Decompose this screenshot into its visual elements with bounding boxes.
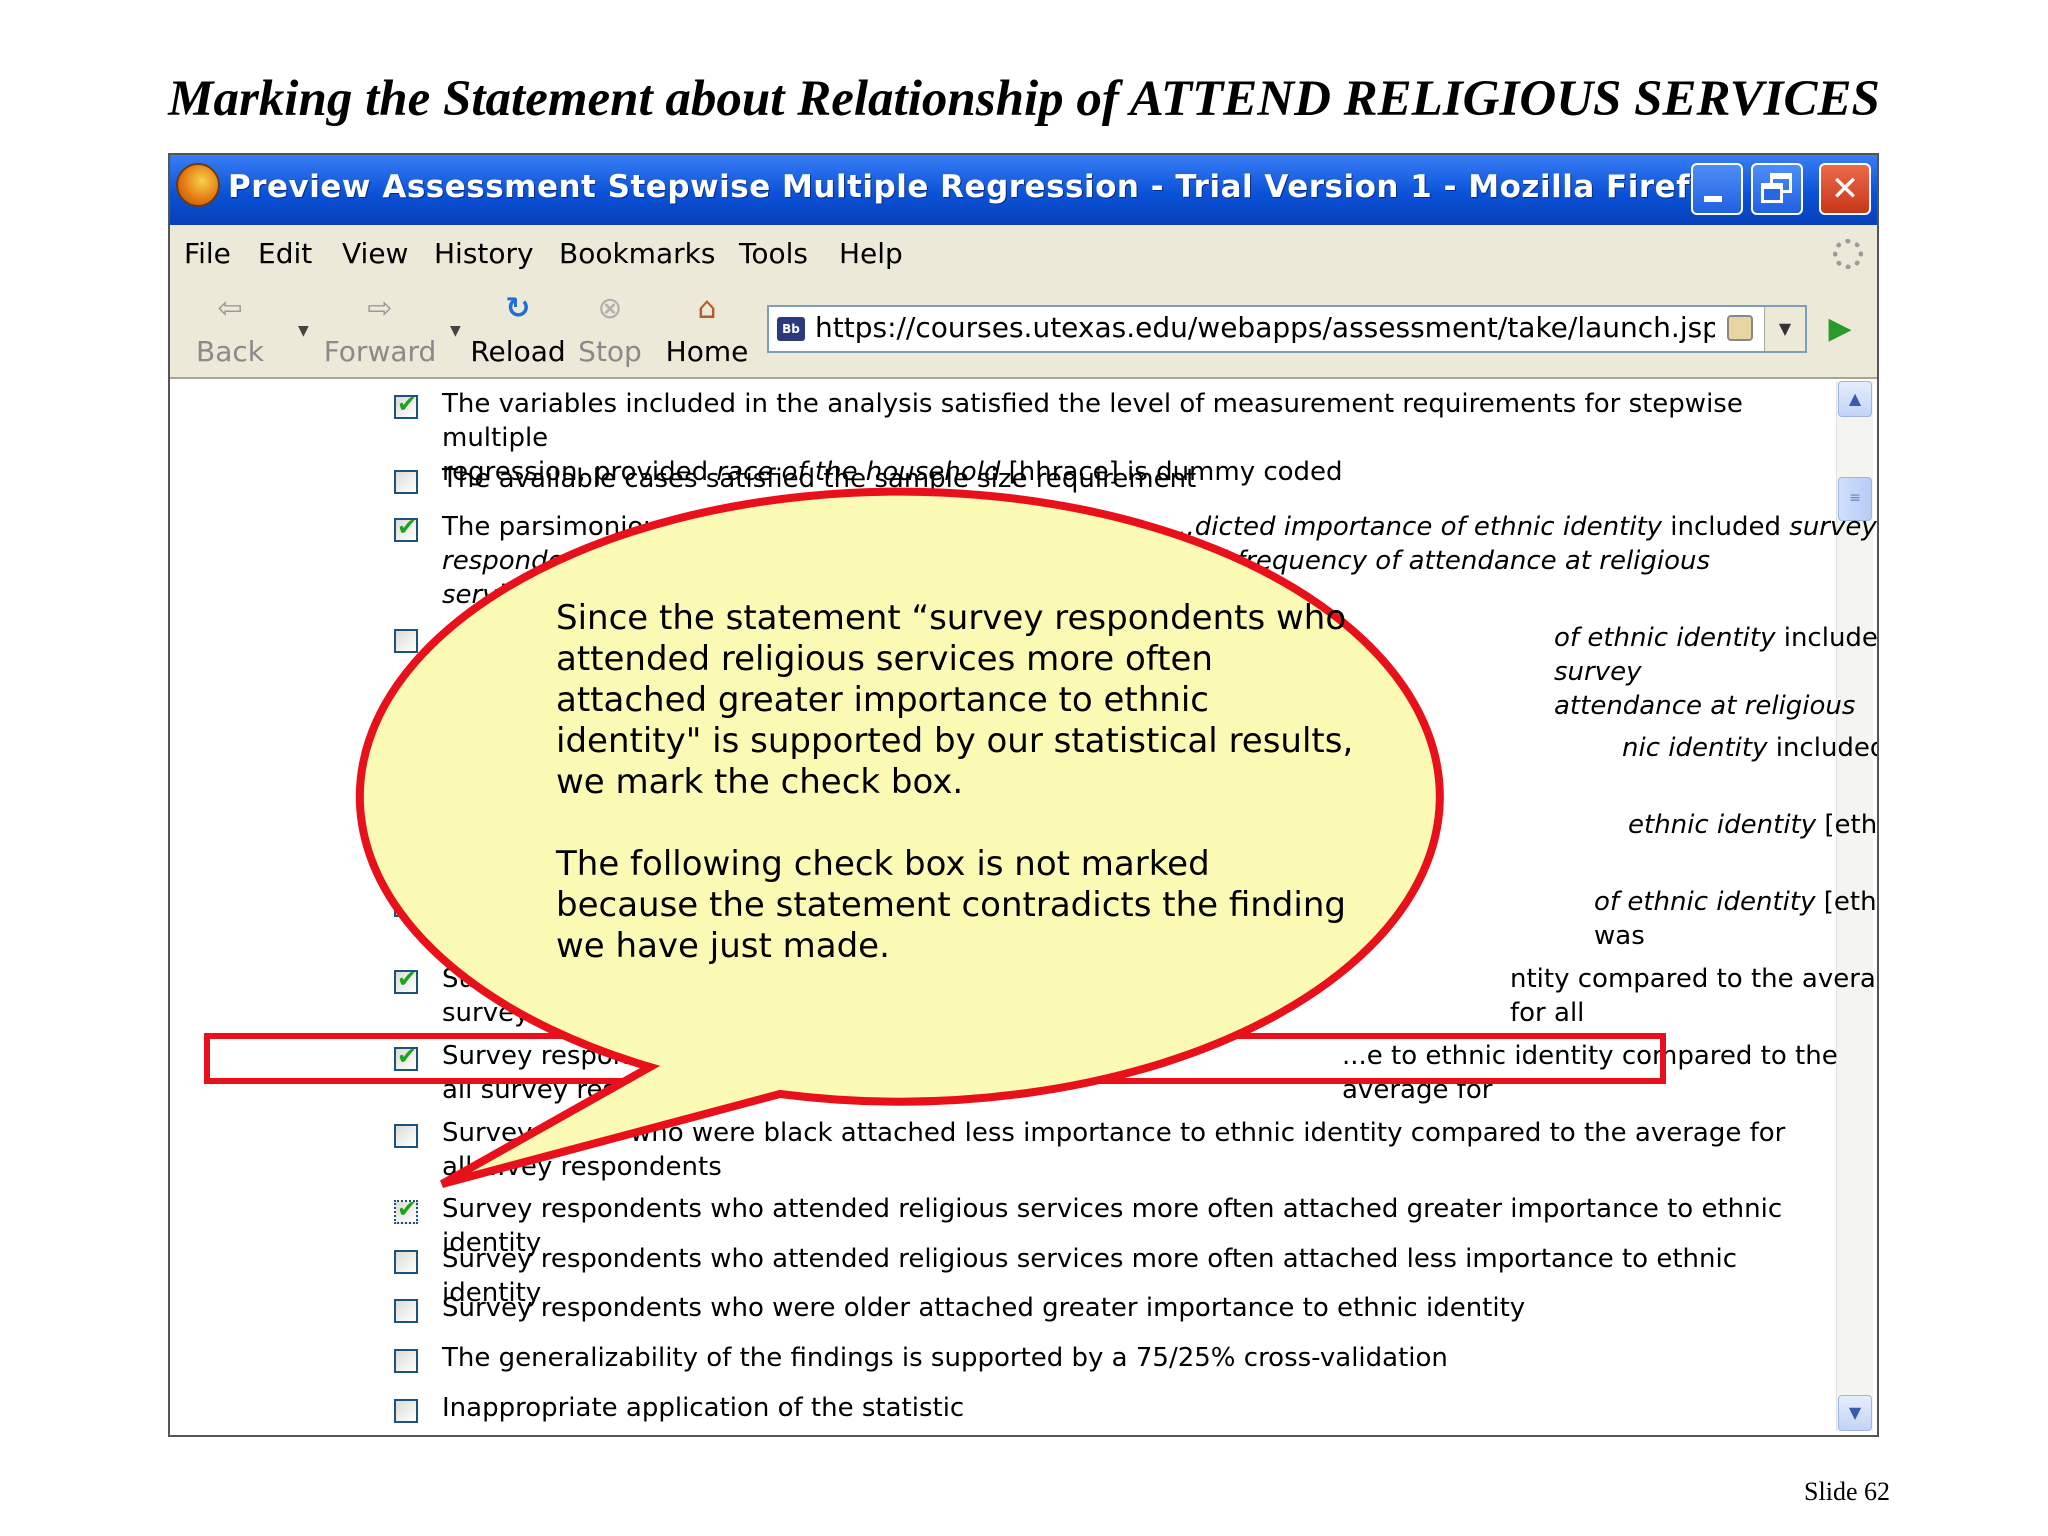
list-item: Survey ...ents who were black attached l…	[442, 1116, 1822, 1184]
window-title: Preview Assessment Stepwise Multiple Reg…	[228, 169, 1733, 205]
url-dropdown-icon[interactable]: ▼	[1764, 307, 1805, 351]
back-dropdown-icon[interactable]: ▼	[298, 323, 309, 339]
checkbox-item-8[interactable]	[394, 965, 418, 994]
navigation-toolbar: ⇦ Back ▼ ⇨ Forward ▼ ↻ Reload ⊗ Stop ⌂ H…	[170, 283, 1877, 379]
list-item: The available cases satisfied the sample…	[442, 464, 1197, 494]
callout-paragraph-1: Since the statement “survey respondents …	[556, 598, 1354, 802]
menu-history[interactable]: History	[434, 237, 534, 270]
checkbox-sample-size[interactable]	[394, 470, 418, 494]
menu-bookmarks[interactable]: Bookmarks	[559, 237, 715, 270]
minimize-button[interactable]	[1691, 163, 1743, 215]
callout-text: Since the statement “survey respondents …	[556, 598, 1356, 967]
list-item-fragment: of ethnic identity [ethimp] was	[1594, 887, 1877, 951]
list-item: The generalizability of the findings is …	[442, 1343, 1448, 1373]
forward-dropdown-icon[interactable]: ▼	[450, 323, 461, 339]
list-item-fragment: of ethnic identity included survey atten…	[1554, 623, 1878, 721]
back-arrow-icon: ⇦	[217, 291, 243, 326]
slide-title: Marking the Statement about Relationship…	[168, 71, 1880, 127]
reload-button[interactable]: ↻ Reload	[470, 287, 566, 373]
checkbox-black[interactable]	[394, 1124, 418, 1148]
checkbox-parsimonious[interactable]	[394, 513, 418, 542]
checkbox-inappropriate[interactable]	[394, 1399, 418, 1423]
list-item-fragment: ethnic identity [ethimp] was	[1628, 810, 1878, 840]
forward-label: Forward	[323, 335, 437, 368]
reload-label: Reload	[470, 335, 566, 368]
minimize-icon	[1704, 196, 1722, 202]
reload-icon: ↻	[505, 291, 531, 326]
list-item-fragment: nic identity included survey	[1622, 733, 1879, 763]
menu-bar: File Edit View History Bookmarks Tools H…	[170, 225, 1877, 284]
title-bar[interactable]: Preview Assessment Stepwise Multiple Reg…	[170, 155, 1877, 225]
back-label: Back	[196, 335, 264, 368]
stop-label: Stop	[578, 335, 642, 368]
menu-view[interactable]: View	[342, 237, 408, 270]
home-icon: ⌂	[697, 291, 717, 326]
menu-help[interactable]: Help	[839, 237, 903, 270]
stop-icon: ⊗	[597, 291, 623, 326]
list-item-fragment: ...dicted importance of ethnic identity …	[1170, 512, 1877, 576]
lock-icon	[1727, 315, 1753, 341]
checkbox-religious-greater[interactable]	[394, 1195, 418, 1224]
checkbox-cross-validation[interactable]	[394, 1349, 418, 1373]
url-bar[interactable]: Bb https://courses.utexas.edu/webapps/as…	[767, 305, 1807, 353]
checkbox-item-4[interactable]	[394, 629, 418, 653]
forward-button[interactable]: ⇨ Forward	[320, 287, 440, 373]
scroll-down-icon[interactable]: ▼	[1838, 1395, 1872, 1431]
url-text[interactable]: https://courses.utexas.edu/webapps/asses…	[815, 311, 1715, 344]
maximize-button[interactable]	[1751, 163, 1803, 215]
close-icon: ✕	[1830, 169, 1860, 209]
slide-number: Slide 62	[1804, 1477, 1890, 1506]
back-button[interactable]: ⇦ Back	[186, 287, 274, 373]
checkbox-religious-less[interactable]	[394, 1250, 418, 1274]
highlight-box	[204, 1033, 1666, 1084]
item-text-line: all ...vey respondents	[442, 1152, 722, 1182]
list-item: Inappropriate application of the statist…	[442, 1393, 965, 1423]
close-button[interactable]: ✕	[1819, 163, 1871, 215]
checkbox-measurement[interactable]	[394, 390, 418, 419]
site-favicon-icon: Bb	[777, 317, 805, 341]
throbber-icon	[1833, 239, 1863, 269]
callout-paragraph-2: The following check box is not marked be…	[556, 844, 1346, 966]
item-text-line: Survey ...ents who were black attached l…	[442, 1118, 1786, 1148]
menu-tools[interactable]: Tools	[739, 237, 808, 270]
home-label: Home	[665, 335, 749, 368]
list-item-fragment: ntity compared to the average for all	[1510, 964, 1879, 1028]
go-arrow-icon[interactable]: ▶	[1822, 307, 1858, 351]
firefox-logo-icon	[176, 163, 220, 207]
checkbox-older[interactable]	[394, 1299, 418, 1323]
maximize-icon-front	[1761, 183, 1783, 203]
checkbox-item-7[interactable]	[394, 888, 418, 917]
item-text-line: The variables included in the analysis s…	[442, 389, 1743, 453]
menu-file[interactable]: File	[184, 237, 231, 270]
menu-edit[interactable]: Edit	[258, 237, 312, 270]
scroll-up-icon[interactable]: ▲	[1838, 381, 1872, 417]
list-item: Survey respondents who were older attach…	[442, 1293, 1526, 1323]
home-button[interactable]: ⌂ Home	[664, 287, 750, 373]
stop-button[interactable]: ⊗ Stop	[574, 287, 646, 373]
forward-arrow-icon: ⇨	[367, 291, 393, 326]
